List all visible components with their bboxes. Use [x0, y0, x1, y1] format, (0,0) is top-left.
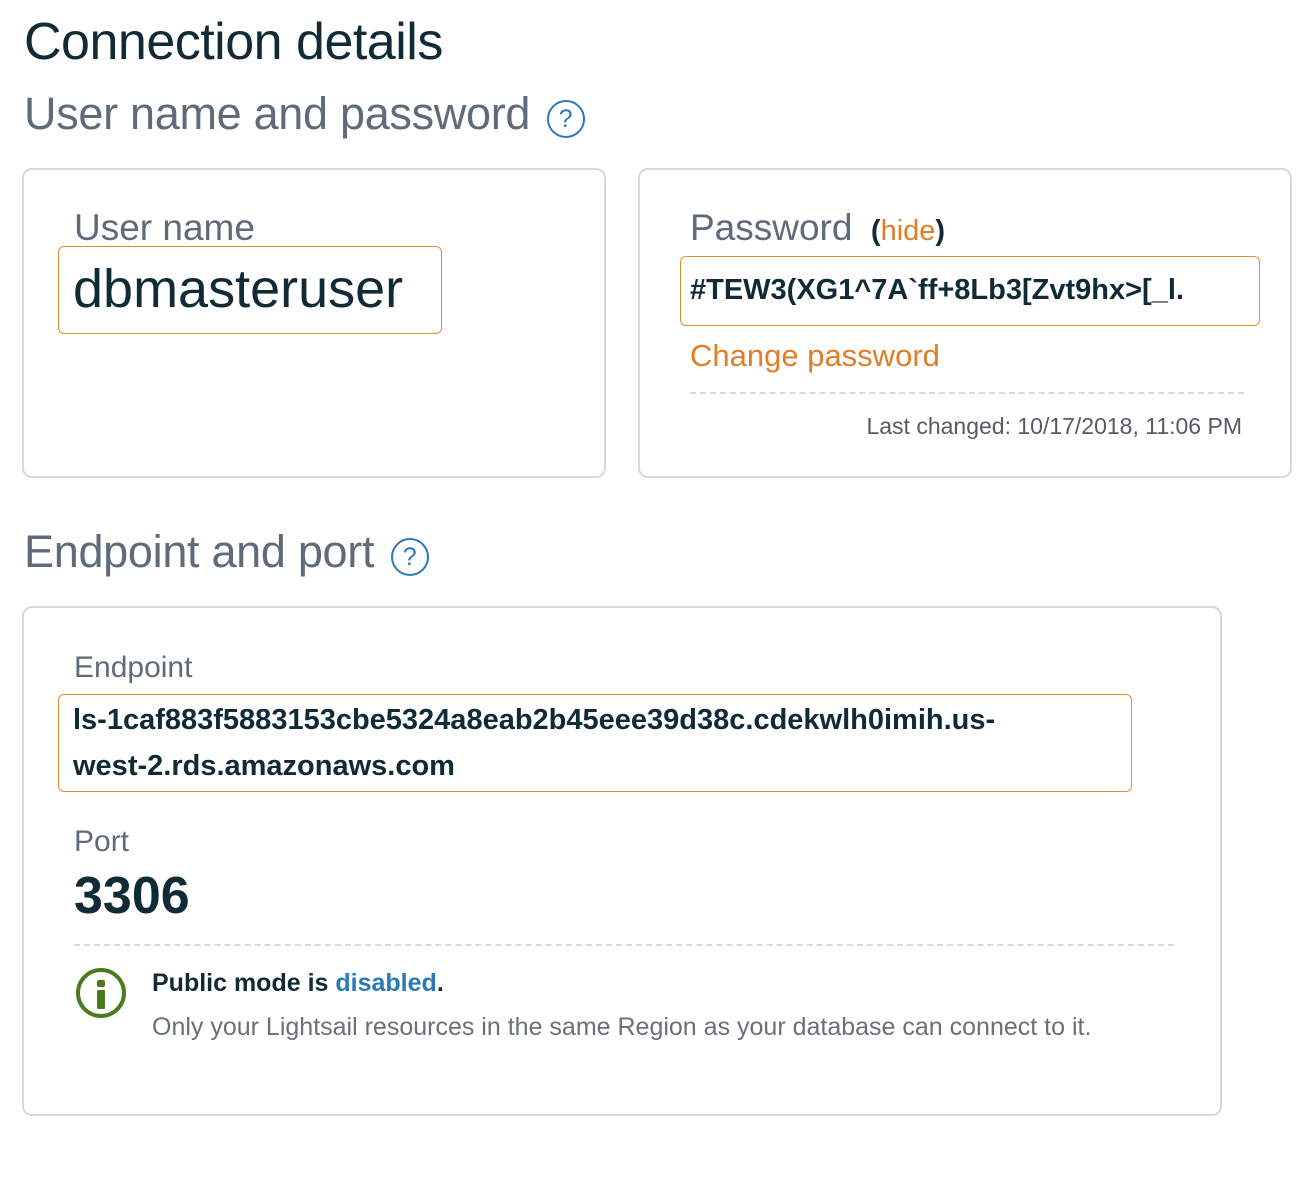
password-label-row: Password (hide) — [690, 206, 945, 250]
endpoint-value-line2: west-2.rds.amazonaws.com — [73, 750, 455, 782]
endpoint-value-line1: ls-1caf883f5883153cbe5324a8eab2b45eee39d… — [73, 704, 996, 736]
toggle-close-paren: ) — [935, 215, 946, 247]
credentials-heading: User name and password — [24, 88, 531, 139]
change-password-link[interactable]: Change password — [690, 336, 940, 376]
page-title: Connection details — [24, 13, 443, 71]
credentials-heading-row: User name and password ? — [24, 86, 585, 144]
divider — [690, 392, 1244, 394]
username-value: dbmasteruser — [73, 259, 404, 319]
help-icon[interactable]: ? — [390, 537, 429, 576]
endpoint-heading-row: Endpoint and port ? — [24, 524, 429, 582]
endpoint-value-box[interactable]: ls-1caf883f5883153cbe5324a8eab2b45eee39d… — [58, 694, 1132, 792]
divider — [74, 944, 1174, 946]
public-mode-description: Only your Lightsail resources in the sam… — [152, 1013, 1092, 1041]
password-label: Password — [690, 207, 853, 248]
username-value-box[interactable]: dbmasteruser — [58, 246, 442, 334]
password-value-box[interactable]: #TEW3(XG1^7A`ff+8Lb3[Zvt9hx>[_l. — [680, 256, 1260, 326]
endpoint-heading: Endpoint and port — [24, 526, 375, 577]
public-mode-status: Public mode is disabled. — [152, 966, 444, 1000]
last-changed-text: Last changed: 10/17/2018, 11:06 PM — [866, 413, 1242, 439]
username-label: User name — [74, 207, 255, 248]
port-value[interactable]: 3306 — [74, 864, 190, 928]
public-mode-disabled-link[interactable]: disabled — [335, 969, 436, 997]
username-card: User name dbmasteruser — [22, 168, 606, 478]
password-card: Password (hide) #TEW3(XG1^7A`ff+8Lb3[Zvt… — [638, 168, 1292, 478]
endpoint-label: Endpoint — [74, 651, 193, 684]
public-mode-suffix: . — [436, 969, 444, 997]
toggle-open-paren: ( — [870, 215, 881, 247]
help-icon[interactable]: ? — [546, 99, 585, 138]
port-label: Port — [74, 825, 130, 858]
endpoint-card: Endpoint ls-1caf883f5883153cbe5324a8eab2… — [22, 606, 1222, 1116]
info-icon — [76, 968, 126, 1018]
public-mode-prefix: Public mode is — [152, 969, 329, 997]
password-value: #TEW3(XG1^7A`ff+8Lb3[Zvt9hx>[_l. — [690, 274, 1184, 306]
hide-password-link[interactable]: hide — [881, 215, 936, 247]
